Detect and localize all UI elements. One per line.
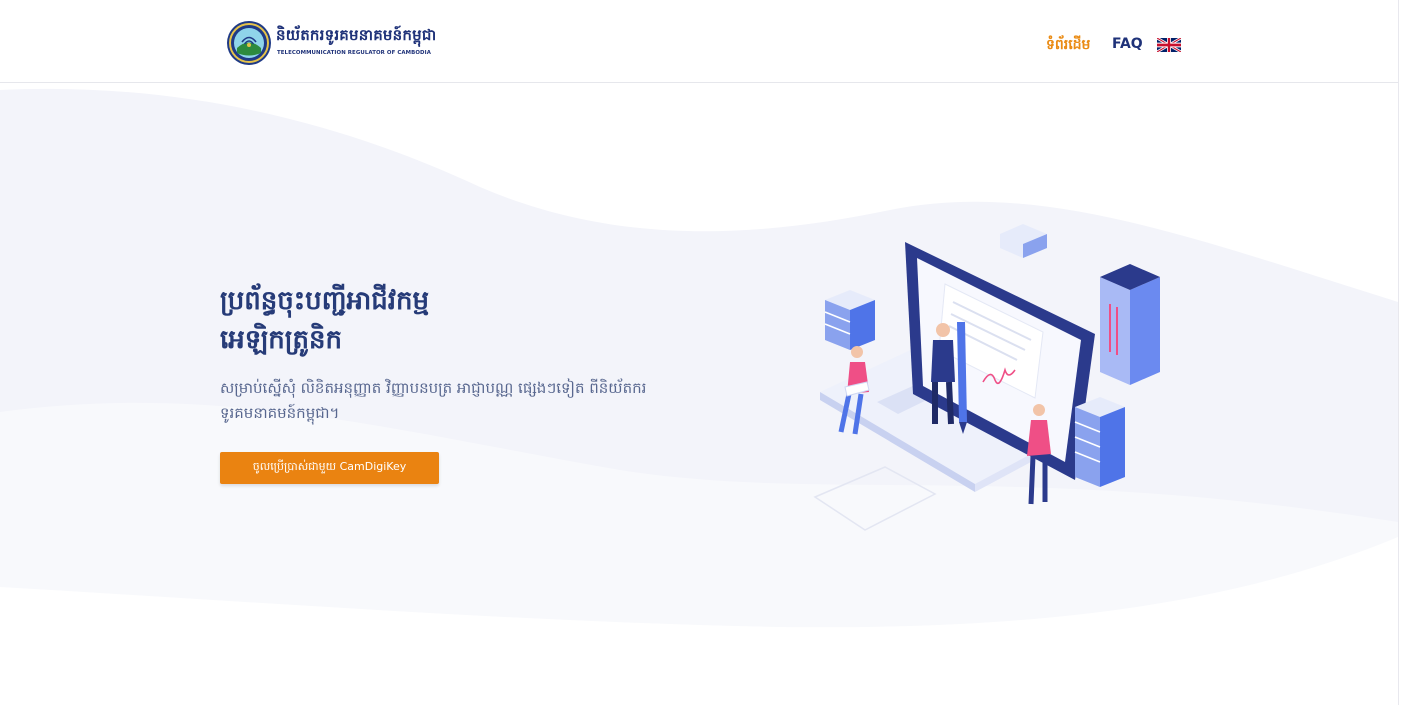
site-header: និយ័តករទូរគមនាគមន៍កម្ពុជា TELECOMMUNICAT…: [0, 0, 1398, 83]
hero-title-line-1: ប្រព័ន្ធចុះបញ្ជីអាជីវកម្ម: [220, 286, 429, 316]
floating-server-icon: [1000, 224, 1047, 258]
laptop-signing-illustration: [813, 224, 1160, 531]
server-stack-left-icon: [824, 290, 875, 350]
hero-title: ប្រព័ន្ធចុះបញ្ជីអាជីវកម្ម អេឡិកត្រូនិក: [220, 282, 429, 360]
server-stack-right-icon: [1074, 397, 1125, 487]
page-edge: [1398, 0, 1399, 705]
uk-flag-icon[interactable]: [1157, 38, 1181, 52]
brand-name-english: TELECOMMUNICATION REGULATOR OF CAMBODIA: [277, 50, 431, 56]
server-tower-icon: [1100, 264, 1160, 385]
nav-faq-link[interactable]: FAQ: [1112, 36, 1143, 52]
hero-description: សម្រាប់ស្នើសុំ លិខិតអនុញ្ញាត វិញ្ញាបនបត្…: [220, 379, 647, 422]
brand-name-khmer: និយ័តករទូរគមនាគមន៍កម្ពុជា: [276, 26, 437, 44]
trc-logo-icon[interactable]: [226, 20, 272, 66]
hero-title-line-2: អេឡិកត្រូនិក: [220, 325, 343, 355]
camdigikey-login-button[interactable]: ចូលប្រើប្រាស់ជាមួយ CamDigiKey: [220, 452, 439, 484]
nav-home-link[interactable]: ទំព័រដើម: [1046, 35, 1090, 56]
